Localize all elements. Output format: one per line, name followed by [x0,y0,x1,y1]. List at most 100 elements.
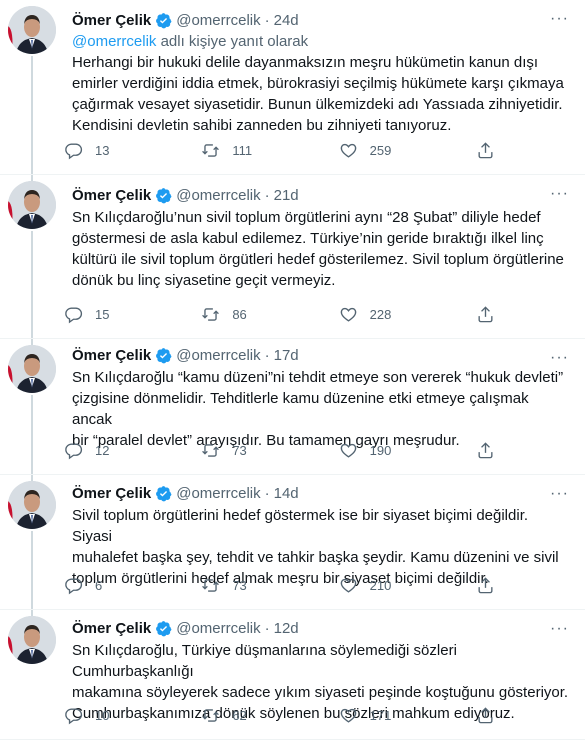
retweet-count: 86 [232,307,247,322]
retweet-count: 73 [232,578,247,593]
thread-line [31,531,33,609]
avatar[interactable] [8,181,56,229]
tweet-text-line: muhalefet başka şey, tehdit ve tahkir ba… [72,549,559,566]
tweet-text-line: emirler verdiğini iddia etmek, bürokrasi… [72,75,564,92]
reply-icon [65,143,83,160]
more-icon[interactable]: ··· [550,485,569,503]
share-button[interactable] [476,305,495,324]
more-icon[interactable]: ··· [550,10,569,28]
share-button[interactable] [476,706,495,725]
author-handle[interactable]: @omerrcelik [176,12,260,29]
tweet-text: Sn Kılıçdaroğlu’nun sivil toplum örgütle… [72,207,569,291]
reply-icon [65,307,83,324]
verified-badge-icon [155,187,172,204]
tweet-text: Sn Kılıçdaroğlu “kamu düzeni”ni tehdit e… [72,367,569,451]
heart-icon [340,143,356,158]
reply-count: 6 [95,578,103,593]
retweet-button[interactable]: 111 [201,141,291,160]
like-count: 228 [369,307,392,322]
thread-line [31,395,33,474]
more-icon[interactable]: ··· [550,620,569,638]
tweet-actions: 12 73 190 [64,441,495,460]
author-name[interactable]: Ömer Çelik [72,187,151,204]
tweet[interactable]: ··· Ömer Çelik @omerrcelik · 21d Sn Kılı… [0,175,585,339]
share-button[interactable] [476,441,495,460]
reply-count: 15 [95,307,110,322]
author-name[interactable]: Ömer Çelik [72,347,151,364]
like-button[interactable]: 228 [339,305,429,324]
reply-mention-link[interactable]: @omerrcelik [72,33,156,50]
like-button[interactable]: 259 [339,141,429,160]
like-button[interactable]: 190 [339,441,429,460]
heart-icon [340,578,356,593]
reply-count: 10 [95,708,110,723]
share-button[interactable] [476,141,495,160]
share-icon [478,306,493,323]
tweet[interactable]: ··· Ömer Çelik @omerrcelik · 12d Sn Kılı… [0,610,585,740]
reply-icon [65,443,83,460]
retweet-icon [202,444,220,457]
like-count: 171 [369,708,392,723]
tweet-text-line: çizgisine dönmelidir. Tehditlerle kamu d… [72,390,529,428]
tweet-thread: ··· Ömer Çelik @omerrcelik · 24d @omerrc… [0,0,585,740]
reply-button[interactable]: 10 [64,706,154,725]
tweet[interactable]: ··· Ömer Çelik @omerrcelik · 17d Sn Kılı… [0,339,585,475]
retweet-button[interactable]: 73 [201,441,291,460]
author-name[interactable]: Ömer Çelik [72,12,151,29]
separator-dot: · [264,346,270,364]
reply-button[interactable]: 6 [64,576,154,595]
tweet-text-line: makamına söyleyerek sadece yıkım siyaset… [72,684,569,701]
reply-button[interactable]: 13 [64,141,154,160]
like-button[interactable]: 171 [339,706,429,725]
like-count: 190 [369,443,392,458]
avatar[interactable] [8,481,56,529]
author-handle[interactable]: @omerrcelik [176,187,260,204]
tweet[interactable]: ··· Ömer Çelik @omerrcelik · 24d @omerrc… [0,0,585,175]
reply-count: 12 [95,443,110,458]
retweet-count: 111 [232,143,253,158]
reply-context: @omerrcelik adlı kişiye yanıt olarak [72,33,569,50]
tweet-text-line: Herhangi bir hukuki delile dayanmaksızın… [72,54,539,71]
heart-icon [340,443,356,458]
timestamp[interactable]: 21d [274,187,299,204]
verified-badge-icon [155,347,172,364]
thread-line [31,56,33,174]
tweet-header: Ömer Çelik @omerrcelik · 17d [72,345,569,365]
tweet-text: Herhangi bir hukuki delile dayanmaksızın… [72,52,569,136]
tweet-text-line: Sn Kılıçdaroğlu’nun sivil toplum örgütle… [72,209,541,226]
tweet[interactable]: ··· Ömer Çelik @omerrcelik · 14d Sivil t… [0,475,585,610]
heart-icon [340,708,356,723]
like-button[interactable]: 210 [339,576,429,595]
author-handle[interactable]: @omerrcelik [176,620,260,637]
verified-badge-icon [155,620,172,637]
reply-icon [65,578,83,595]
tweet-actions: 10 62 171 [64,706,495,725]
avatar[interactable] [8,6,56,54]
retweet-icon [202,579,220,592]
timestamp[interactable]: 14d [274,485,299,502]
tweet-text-line: Sn Kılıçdaroğlu, Türkiye düşmanlarına sö… [72,642,457,680]
reply-button[interactable]: 15 [64,305,154,324]
separator-dot: · [264,619,270,637]
timestamp[interactable]: 17d [274,347,299,364]
retweet-button[interactable]: 73 [201,576,291,595]
share-button[interactable] [476,576,495,595]
reply-button[interactable]: 12 [64,441,154,460]
author-name[interactable]: Ömer Çelik [72,485,151,502]
tweet-actions: 13 111 259 [64,141,495,160]
retweet-button[interactable]: 62 [201,706,291,725]
reply-icon [65,708,83,725]
timestamp[interactable]: 12d [274,620,299,637]
avatar[interactable] [8,616,56,664]
avatar[interactable] [8,345,56,393]
author-handle[interactable]: @omerrcelik [176,347,260,364]
separator-dot: · [264,186,270,204]
timestamp[interactable]: 24d [274,12,299,29]
tweet-text-line: göstermesi de asla kabul edilemez. Türki… [72,230,544,247]
author-name[interactable]: Ömer Çelik [72,620,151,637]
more-icon[interactable]: ··· [550,185,569,203]
more-icon[interactable]: ··· [550,349,569,367]
author-handle[interactable]: @omerrcelik [176,485,260,502]
reply-suffix: adlı kişiye yanıt olarak [156,33,309,50]
retweet-button[interactable]: 86 [201,305,291,324]
